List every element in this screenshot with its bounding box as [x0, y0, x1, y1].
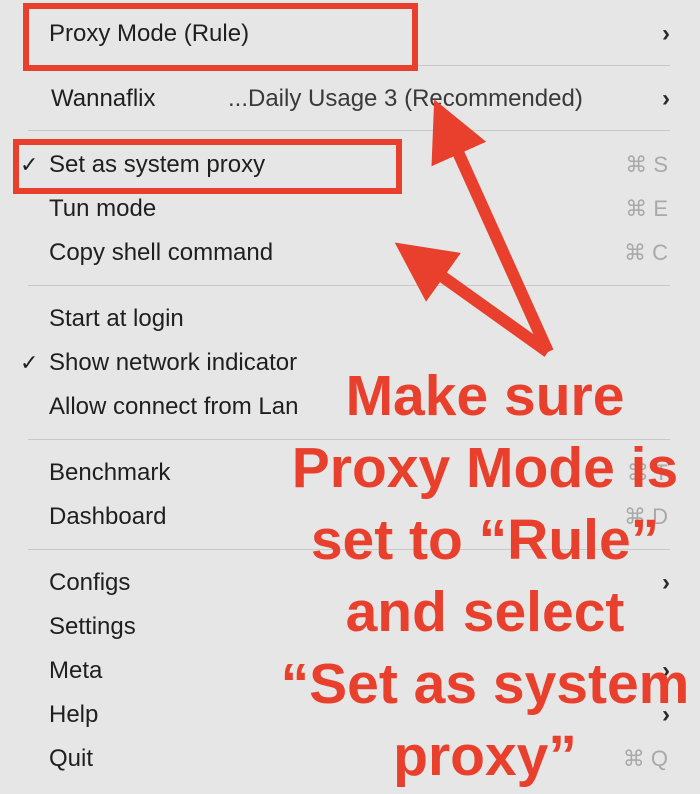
- annotation-line: proxy”: [393, 724, 577, 788]
- annotation-line: set to “Rule”: [310, 508, 660, 572]
- annotation-text: Make sure Proxy Mode is set to “Rule” an…: [270, 360, 700, 792]
- annotation-line: Make sure: [345, 364, 625, 428]
- annotation-line: and select: [345, 580, 625, 644]
- annotation-line: “Set as system: [280, 652, 690, 716]
- annotation-line: Proxy Mode is: [291, 436, 679, 500]
